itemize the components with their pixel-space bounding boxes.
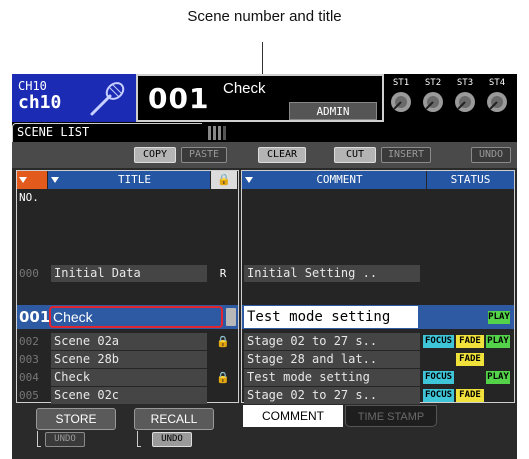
callout-line xyxy=(262,42,263,75)
column-header-no[interactable]: NO. xyxy=(17,171,47,204)
scene-number: 001 xyxy=(148,82,210,115)
paste-button[interactable]: PASTE xyxy=(181,147,227,163)
edit-toolbar: COPY PASTE CLEAR CUT INSERT UNDO xyxy=(12,142,517,168)
sort-down-icon xyxy=(19,177,27,183)
read-only-badge: R xyxy=(219,267,227,280)
focus-badge: FOCUS xyxy=(423,335,454,348)
mixer-screen: CH10 ch10 001 Check ADMIN ST1 ST2 ST3 ST… xyxy=(12,74,517,459)
tab-scroll-indicator[interactable] xyxy=(208,126,234,140)
list-item[interactable]: Stage 02 to 27 s.. FOCUS FADE PLAY xyxy=(242,332,514,351)
play-badge: PLAY xyxy=(486,335,510,348)
microphone-icon xyxy=(90,82,125,116)
selected-list-item[interactable]: 001 Check xyxy=(17,305,238,329)
fade-badge: FADE xyxy=(456,353,484,366)
knob-icon xyxy=(487,92,507,112)
channel-number: CH10 xyxy=(18,79,47,93)
channel-name: ch10 xyxy=(18,92,62,113)
recall-undo-button[interactable]: UNDO xyxy=(152,432,192,447)
scene-comment-list: COMMENT STATUS Initial Setting .. Test m… xyxy=(241,170,515,405)
copy-button[interactable]: COPY xyxy=(134,147,176,163)
scene-title-list: NO. TITLE 🔒 000 Initial Data R 001 Check… xyxy=(16,170,239,405)
list-item[interactable]: 004 Check 🔒 xyxy=(17,368,238,387)
insert-button[interactable]: INSERT xyxy=(381,147,431,163)
lock-icon: 🔒 xyxy=(216,335,230,348)
tab-comment[interactable]: COMMENT xyxy=(243,405,343,427)
user-name-badge: ADMIN xyxy=(289,102,377,120)
selected-scene-number: 001 xyxy=(19,308,51,326)
knob-icon xyxy=(455,92,475,112)
column-header-comment[interactable]: COMMENT xyxy=(242,171,426,189)
st4-knob[interactable]: ST4 xyxy=(482,78,512,113)
channel-display[interactable]: CH10 ch10 xyxy=(12,74,136,122)
selected-scene-title[interactable]: Check xyxy=(49,306,223,328)
tab-scene-list[interactable]: SCENE LIST xyxy=(12,123,202,142)
bracket-divider xyxy=(37,431,41,447)
column-header-status[interactable]: STATUS xyxy=(427,171,514,189)
selected-scene-comment[interactable]: Test mode setting xyxy=(244,306,418,328)
list-item[interactable]: Stage 28 and lat.. FADE xyxy=(242,350,514,369)
store-undo-button[interactable]: UNDO xyxy=(45,432,85,447)
sort-down-icon xyxy=(51,177,59,183)
scroll-handle[interactable] xyxy=(226,308,236,326)
st1-knob[interactable]: ST1 xyxy=(386,78,416,113)
play-badge: PLAY xyxy=(486,371,510,384)
list-item[interactable]: Stage 02 to 27 s.. FOCUS FADE xyxy=(242,386,514,405)
knob-icon xyxy=(423,92,443,112)
focus-badge: FOCUS xyxy=(423,371,454,384)
play-badge: PLAY xyxy=(488,311,510,324)
knob-icon xyxy=(391,92,411,112)
list-item[interactable]: 002 Scene 02a 🔒 xyxy=(17,332,238,351)
st4-label: ST4 xyxy=(488,78,506,88)
cut-button[interactable]: CUT xyxy=(334,147,376,163)
stereo-knobs: ST1 ST2 ST3 ST4 xyxy=(384,74,517,122)
list-item[interactable]: Initial Setting .. xyxy=(242,264,514,283)
store-button[interactable]: STORE xyxy=(36,408,116,430)
tab-time-stamp[interactable]: TIME STAMP xyxy=(345,405,437,427)
sort-down-icon xyxy=(245,177,253,183)
scene-display[interactable]: 001 Check ADMIN xyxy=(136,74,384,122)
bracket-divider xyxy=(137,431,141,447)
list-item[interactable]: 003 Scene 28b xyxy=(17,350,238,369)
column-header-title[interactable]: TITLE xyxy=(48,171,210,189)
list-item[interactable]: 000 Initial Data R xyxy=(17,264,238,283)
scene-title: Check xyxy=(223,80,266,97)
callout-label: Scene number and title xyxy=(187,8,342,25)
tab-row: SCENE LIST xyxy=(12,122,517,142)
st2-knob[interactable]: ST2 xyxy=(418,78,448,113)
column-header-lock[interactable]: 🔒 xyxy=(211,171,237,189)
fade-badge: FADE xyxy=(456,389,484,402)
undo-button[interactable]: UNDO xyxy=(471,147,511,163)
lock-icon: 🔒 xyxy=(216,371,230,384)
st1-label: ST1 xyxy=(392,78,410,88)
recall-button[interactable]: RECALL xyxy=(134,408,214,430)
clear-button[interactable]: CLEAR xyxy=(258,147,306,163)
focus-badge: FOCUS xyxy=(423,389,454,402)
st3-label: ST3 xyxy=(456,78,474,88)
st2-label: ST2 xyxy=(424,78,442,88)
fade-badge: FADE xyxy=(456,335,484,348)
list-item[interactable]: 005 Scene 02c xyxy=(17,386,238,405)
st3-knob[interactable]: ST3 xyxy=(450,78,480,113)
selected-list-item[interactable]: Test mode setting PLAY xyxy=(242,305,514,329)
list-item[interactable]: Test mode setting FOCUS PLAY xyxy=(242,368,514,387)
